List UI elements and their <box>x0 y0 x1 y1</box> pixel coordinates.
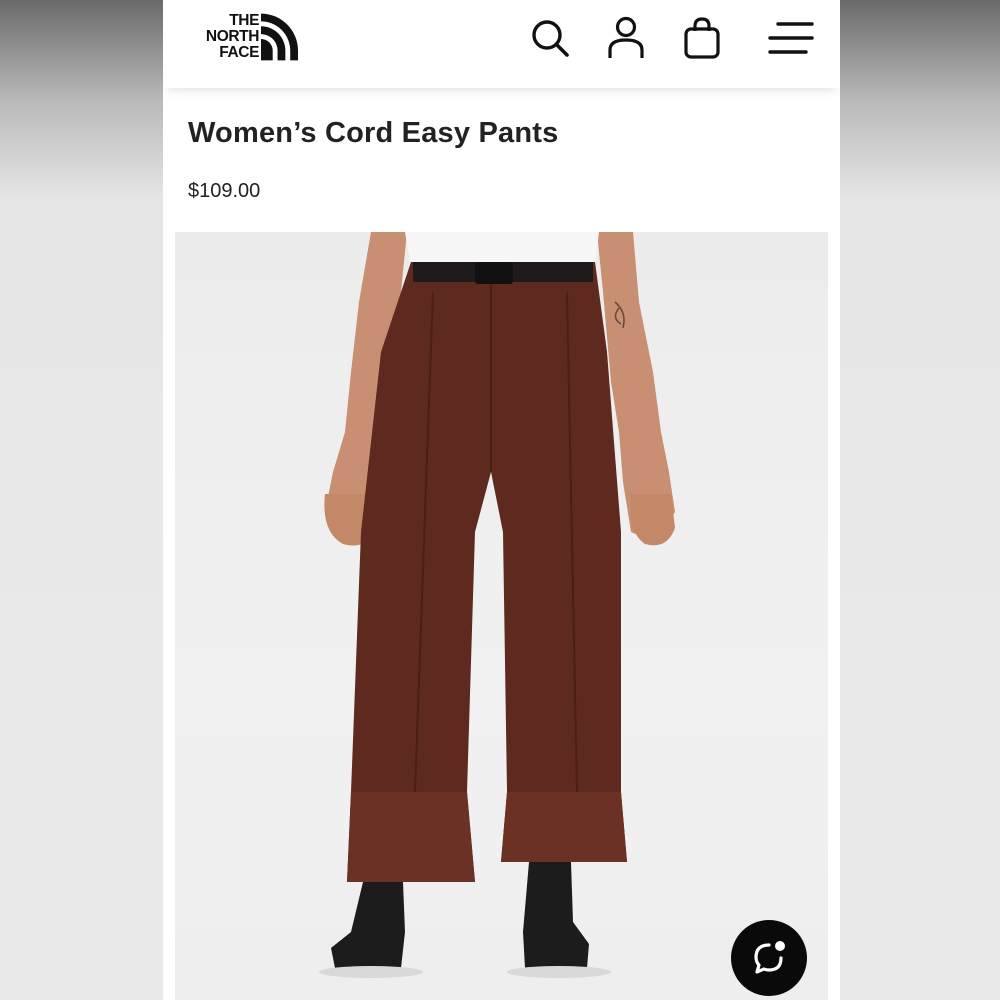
chat-button[interactable] <box>731 920 807 996</box>
logo-wordmark: THE NORTH FACE <box>205 12 260 61</box>
brand-logo[interactable]: THE NORTH FACE <box>185 10 300 64</box>
product-page: THE NORTH FACE Women’s Cord Easy Pants $… <box>163 0 840 1000</box>
logo-dome-icon <box>261 13 299 61</box>
product-price: $109.00 <box>188 180 261 202</box>
product-title: Women’s Cord Easy Pants <box>188 117 559 149</box>
left-background <box>0 0 163 1000</box>
menu-icon[interactable] <box>766 16 816 60</box>
product-photo-illustration <box>319 232 675 978</box>
account-icon[interactable] <box>604 16 648 60</box>
chat-bubble-icon <box>754 941 785 974</box>
right-background <box>840 0 1000 1000</box>
site-header: THE NORTH FACE <box>163 0 840 88</box>
search-icon[interactable] <box>528 16 572 60</box>
product-image[interactable] <box>175 232 828 1000</box>
bag-icon[interactable] <box>680 16 724 60</box>
